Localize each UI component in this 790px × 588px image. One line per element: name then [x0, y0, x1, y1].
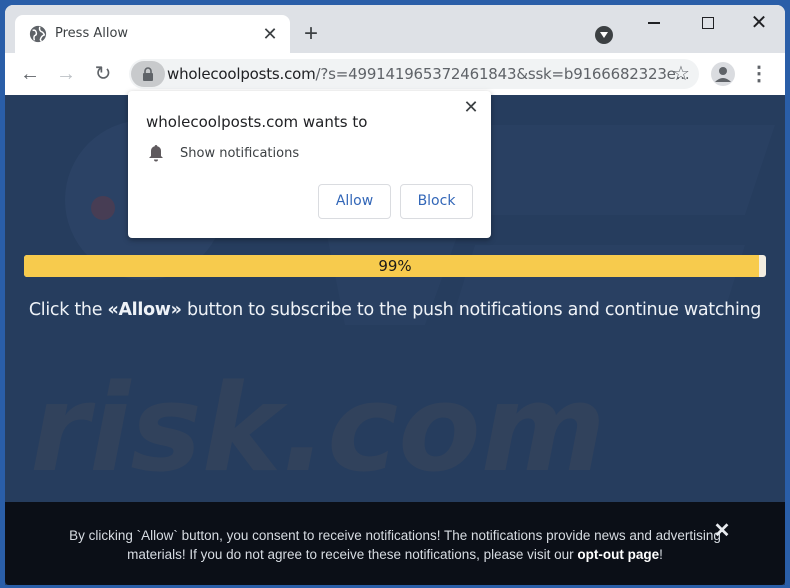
- url-text[interactable]: wholecoolposts.com/?s=499141965372461843…: [167, 65, 690, 83]
- headline-after: button to subscribe to the push notifica…: [181, 300, 762, 320]
- consent-text-end: !: [659, 547, 663, 562]
- minimize-icon: [648, 22, 660, 24]
- bell-icon: [149, 145, 163, 162]
- consent-banner: By clicking `Allow` button, you consent …: [5, 502, 785, 585]
- bookmark-star-icon[interactable]: ☆: [669, 62, 693, 86]
- browser-toolbar: ← → ↻ wholecoolposts.com/?s=499141965372…: [5, 53, 785, 95]
- forward-button[interactable]: →: [53, 61, 79, 87]
- tab-close-icon[interactable]: ✕: [260, 24, 280, 44]
- globe-icon: [29, 25, 47, 43]
- url-host: wholecoolposts.com: [167, 65, 316, 83]
- minimize-button[interactable]: [631, 11, 677, 35]
- tab-title: Press Allow: [55, 26, 129, 41]
- progress-bar: 99%: [24, 255, 766, 277]
- tab-search-icon[interactable]: [595, 26, 613, 44]
- browser-menu-icon[interactable]: ⋮: [749, 61, 769, 87]
- progress-label: 99%: [378, 257, 412, 275]
- watermark-text: risk.com: [30, 360, 606, 499]
- maximize-icon: [702, 16, 714, 29]
- notification-permission-popup: wholecoolposts.com wants to ✕ Show notif…: [128, 91, 491, 238]
- url-path: /?s=499141965372461843&ssk=b9166682323e.…: [315, 65, 690, 83]
- person-icon: [715, 67, 731, 82]
- site-info-button[interactable]: [131, 61, 165, 87]
- lock-icon: [143, 67, 153, 81]
- consent-close-button[interactable]: ✕: [711, 520, 733, 542]
- reload-button[interactable]: ↻: [90, 61, 116, 87]
- allow-button[interactable]: Allow: [318, 184, 391, 219]
- profile-avatar[interactable]: [711, 62, 735, 86]
- window-close-button[interactable]: ✕: [736, 11, 782, 35]
- address-bar[interactable]: wholecoolposts.com/?s=499141965372461843…: [129, 59, 699, 89]
- opt-out-link[interactable]: opt-out page: [577, 547, 659, 562]
- block-button[interactable]: Block: [400, 184, 473, 219]
- permission-label: Show notifications: [180, 146, 300, 161]
- consent-text: By clicking `Allow` button, you consent …: [65, 526, 725, 564]
- headline-before: Click the: [28, 300, 108, 320]
- tab-press-allow[interactable]: Press Allow ✕: [15, 15, 290, 53]
- maximize-button[interactable]: [685, 11, 731, 35]
- back-button[interactable]: ←: [17, 61, 43, 87]
- popup-close-icon[interactable]: ✕: [461, 97, 481, 117]
- popup-title: wholecoolposts.com wants to: [146, 113, 368, 131]
- tab-strip: Press Allow ✕ + ✕: [5, 5, 785, 53]
- headline-text: Click the «Allow» button to subscribe to…: [5, 300, 785, 320]
- headline-allow: «Allow»: [107, 300, 182, 320]
- new-tab-button[interactable]: +: [299, 22, 323, 46]
